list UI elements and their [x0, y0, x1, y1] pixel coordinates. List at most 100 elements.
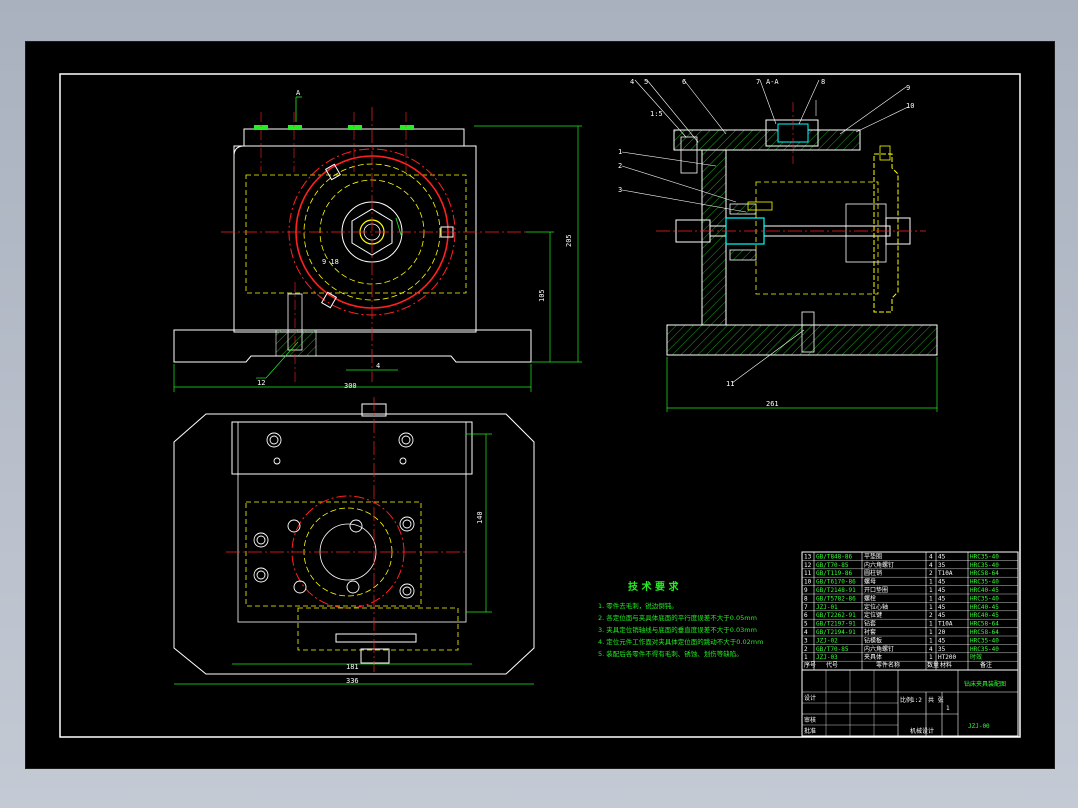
bom-header-no: 序号 — [804, 661, 816, 669]
tech-requirements: 技 术 要 求 1. 零件去毛刺，锐边倒钝。 2. 各定位面与夹具体底面的平行度… — [598, 580, 763, 658]
bom-cell-no: 10 — [804, 579, 812, 586]
balloon-9: 9 — [906, 84, 910, 92]
bom-cell-qty: 1 — [929, 637, 933, 644]
bom-cell-material: 45 — [938, 604, 946, 611]
title-block: 钻床夹具装配图 JZJ-00 比例 1:2 共 张 1 设计 审核 批准 机械设… — [801, 669, 1019, 737]
tb-company: 机械设计 — [910, 727, 934, 735]
bom-cell-material: 20 — [938, 629, 946, 636]
bom-cell-material: 45 — [938, 553, 946, 560]
bom-cell-code: GB/T70-85 — [816, 562, 849, 569]
dim-side-width: 261 — [766, 400, 779, 408]
bom-cell-qty: 4 — [929, 646, 933, 653]
bom-cell-name: 内六角螺钉 — [864, 645, 894, 653]
bom-cell-qty: 4 — [929, 553, 933, 560]
dim-front-height-total: 205 — [565, 234, 573, 247]
bom-cell-code: GB/T70-85 — [816, 646, 849, 653]
bom-cell-code: GB/T2194-91 — [816, 629, 856, 636]
bom-cell-qty: 1 — [929, 654, 933, 661]
plan-upright — [231, 421, 473, 475]
bom-cell-no: 11 — [804, 570, 812, 577]
bom-cell-code: GB/T2197-91 — [816, 621, 856, 628]
balloon-8: 8 — [821, 78, 825, 86]
bom-cell-name: 钻模板 — [864, 636, 882, 644]
bom-cell-name: 开口垫圈 — [864, 586, 888, 594]
bom-cell-no: 7 — [804, 604, 808, 611]
bom-header-qty: 数量 — [927, 661, 939, 669]
balloon-5: 5 — [644, 78, 648, 86]
bom-header-name: 零件名称 — [876, 661, 900, 669]
tech-requirements-title: 技 术 要 求 — [628, 580, 679, 593]
bom-cell-note: HRC35-40 — [970, 553, 999, 560]
balloon-6: 6 — [682, 78, 686, 86]
bom-cell-qty: 1 — [929, 587, 933, 594]
tb-row-design: 设计 — [804, 694, 816, 702]
plan-clamp-bar — [335, 633, 417, 643]
plan-base-outline — [173, 413, 535, 675]
bom-header-material: 材料 — [940, 661, 952, 669]
bom-cell-material: 35 — [938, 562, 946, 569]
bom-cell-code: GB/T6170-86 — [816, 579, 856, 586]
balloon-10: 10 — [906, 102, 914, 110]
dim-plan-inner-width: 181 — [346, 663, 359, 671]
bom-cell-note: HRC40-45 — [970, 604, 999, 611]
balloon-12-front: 12 — [257, 379, 265, 387]
plan-view — [173, 397, 535, 685]
balloon-11: 11 — [726, 380, 734, 388]
bom-cell-note: HRC58-64 — [970, 621, 999, 628]
bom-cell-no: 3 — [804, 637, 808, 644]
bom-cell-note: HRC35-40 — [970, 579, 999, 586]
balloon-4: 4 — [630, 78, 634, 86]
side-section-view — [621, 79, 938, 412]
scale-value: 1:2 — [911, 697, 922, 704]
section-mark-a: A — [296, 89, 301, 97]
bom-cell-name: 衬套 — [864, 628, 876, 636]
bom-cell-note: HRC35-40 — [970, 595, 999, 602]
bom-cell-material: 45 — [938, 637, 946, 644]
bom-cell-note: HRC58-64 — [970, 570, 999, 577]
bom-cell-code: JZJ-01 — [816, 604, 838, 611]
balloon-1: 1 — [618, 148, 622, 156]
tech-req-4: 4. 定位元件工作面对夹具体定位面的跳动不大于0.02mm — [598, 637, 763, 646]
bom-cell-qty: 1 — [929, 629, 933, 636]
side-note-left: 1:5 — [650, 110, 663, 118]
tech-req-5: 5. 装配后各零件不得有毛刺、锈蚀、划伤等缺陷。 — [598, 649, 743, 658]
bom-cell-code: GB/T2148-91 — [816, 587, 856, 594]
bom-cell-material: 45 — [938, 587, 946, 594]
bom-cell-material: 35 — [938, 646, 946, 653]
bom-cell-no: 2 — [804, 646, 808, 653]
bom-cell-qty: 1 — [929, 595, 933, 602]
drawing-sheet: 300 4 205 105 12 A 9 18 336 181 140 4 5 … — [25, 41, 1055, 769]
tech-req-1: 1. 零件去毛刺，锐边倒钝。 — [598, 601, 678, 610]
bom-cell-material: T10A — [938, 570, 953, 577]
bom-cell-material: 45 — [938, 612, 946, 619]
bom-cell-no: 13 — [804, 553, 812, 560]
dim-front-small: 4 — [376, 362, 380, 370]
bom-cell-name: 平垫圈 — [864, 552, 882, 560]
drawing-title: 钻床夹具装配图 — [964, 680, 1006, 688]
tb-row-review: 审核 — [804, 716, 816, 724]
bom-cell-note: HRC35-40 — [970, 646, 999, 653]
drawing-code: JZJ-00 — [968, 723, 990, 730]
bom-cell-name: 定位键 — [864, 611, 882, 619]
bom-cell-no: 6 — [804, 612, 808, 619]
bom-cell-no: 8 — [804, 595, 808, 602]
bom-cell-material: HT200 — [938, 654, 956, 661]
dim-front-width: 300 — [344, 382, 357, 390]
bom-cell-material: 45 — [938, 595, 946, 602]
bom-cell-no: 9 — [804, 587, 808, 594]
bom-cell-qty: 4 — [929, 562, 933, 569]
bom-cell-name: 钻套 — [864, 620, 876, 628]
bom-cell-no: 4 — [804, 629, 808, 636]
bom-cell-name: 螺母 — [864, 578, 876, 586]
side-workpiece-hidden — [755, 181, 879, 295]
dim-plan-height: 140 — [476, 511, 484, 524]
sheet-label: 共 张 — [928, 696, 944, 704]
bom-cell-note: HRC35-40 — [970, 637, 999, 644]
balloon-3: 3 — [618, 186, 622, 194]
front-hidden-cavity — [245, 174, 467, 294]
bom-cell-code: GB/T848-86 — [816, 553, 853, 560]
bom-cell-code: GB/T5782-86 — [816, 595, 856, 602]
side-drill-plate — [673, 129, 861, 151]
bom-header-code: 代号 — [826, 661, 838, 669]
bom-cell-no: 5 — [804, 621, 808, 628]
